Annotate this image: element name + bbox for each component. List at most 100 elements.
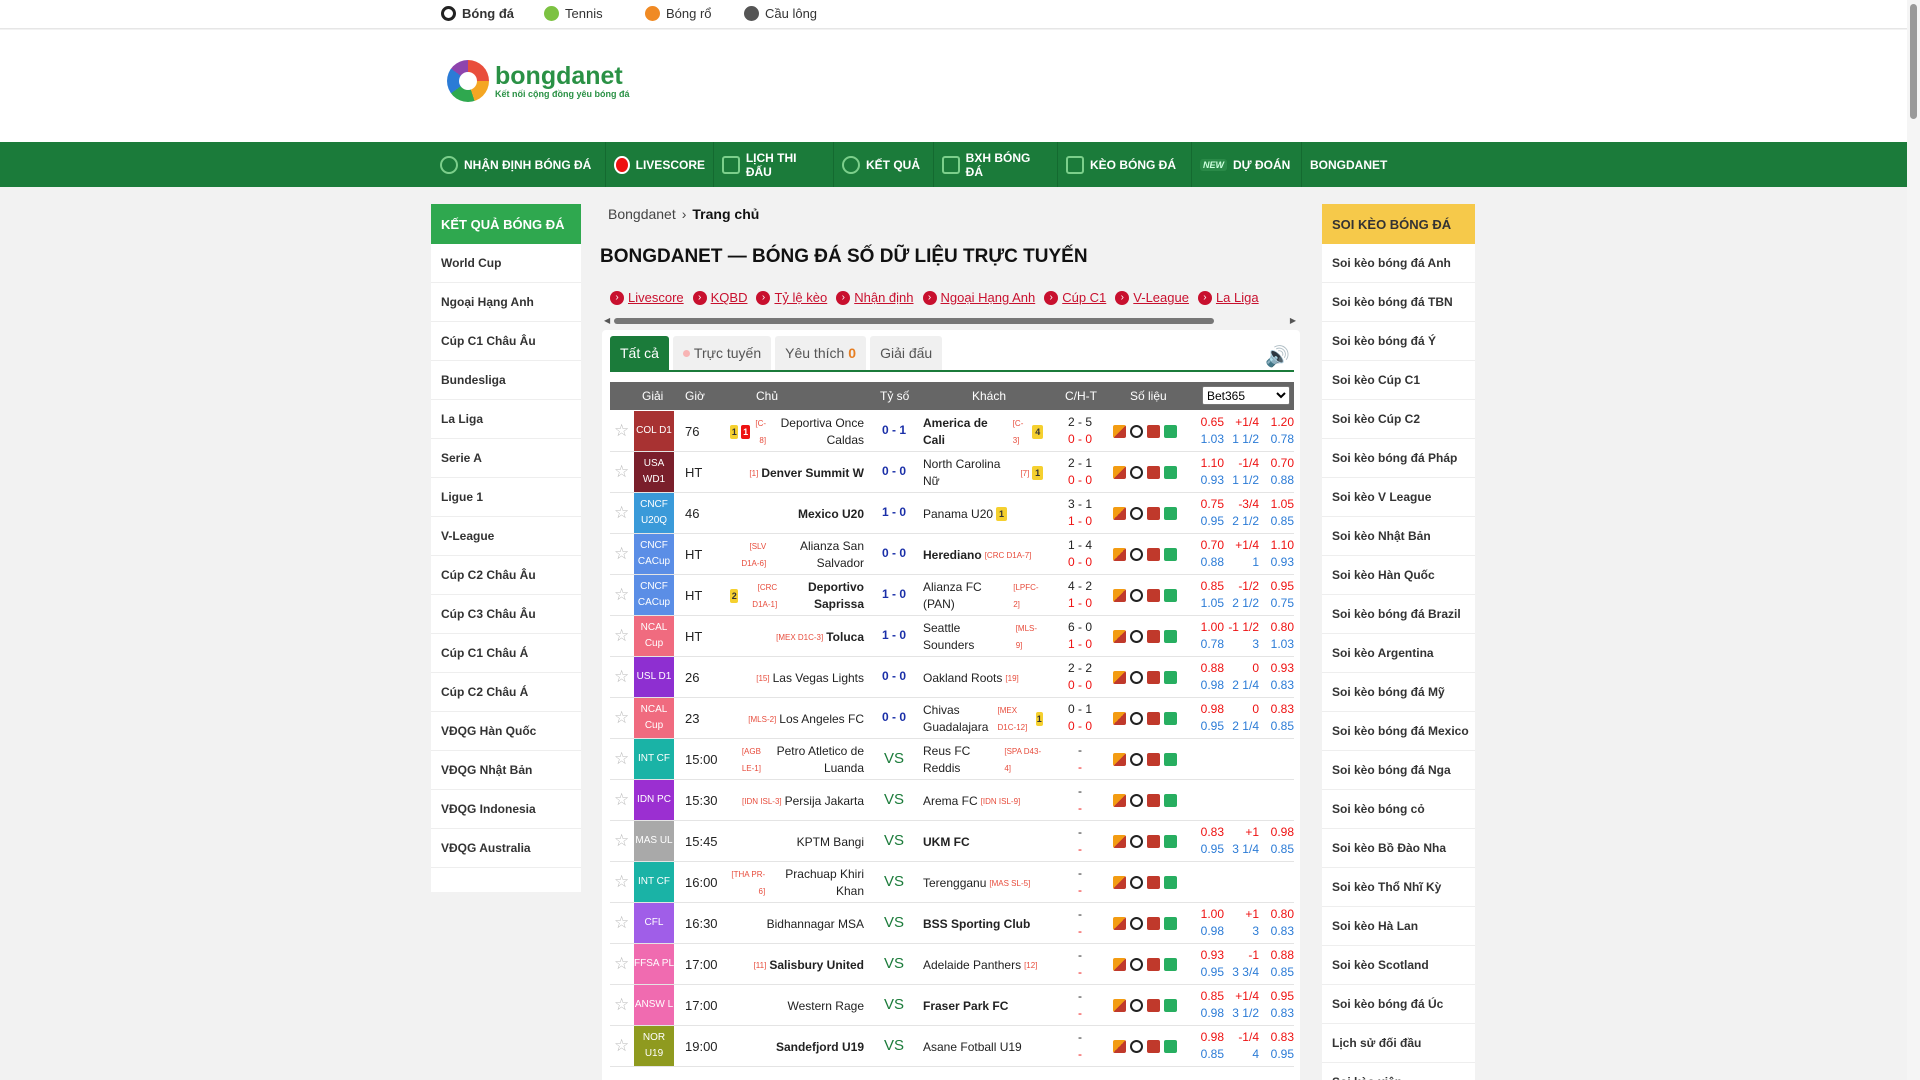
away-team[interactable]: UKM FC: [923, 825, 1043, 859]
lineup-shirt-icon[interactable]: [1147, 671, 1160, 684]
away-team[interactable]: Alianza FC (PAN) [LPFC-2]: [923, 579, 1043, 613]
lineup-shirt-icon[interactable]: [1147, 753, 1160, 766]
tab-favorites[interactable]: Yêu thích 0: [775, 336, 867, 370]
table-row[interactable]: ☆ CNCF CACup HT 2 [CRC D1A-1] Deportivo Sapri…: [610, 575, 1294, 616]
home-team[interactable]: [SLV D1A-6] Alianza San Salvador: [730, 538, 864, 572]
star-icon[interactable]: ☆: [614, 995, 629, 1015]
table-row[interactable]: ☆ CNCF U20Q 46 Mexico U20 1 - 0 Panama U20 1 3 …: [610, 493, 1294, 534]
lineup-shirt-icon[interactable]: [1147, 794, 1160, 807]
corner-flag-icon[interactable]: [1113, 425, 1126, 438]
sidebar-item-2[interactable]: Soi kèo bóng đá Ý: [1322, 322, 1475, 361]
league-badge[interactable]: NOR U19: [634, 1026, 674, 1066]
sidebar-item-10[interactable]: Cúp C1 Châu Á: [431, 634, 581, 673]
nav-livescore[interactable]: LIVESCORE: [606, 142, 714, 187]
lineup-shirt-icon[interactable]: [1147, 507, 1160, 520]
home-team[interactable]: [AGB LE-1] Petro Atletico de Luanda: [730, 743, 864, 777]
bookmaker-select[interactable]: Bet365: [1202, 386, 1290, 405]
sport-tab-tennis[interactable]: Tennis: [544, 6, 603, 21]
lineup-shirt-icon[interactable]: [1147, 999, 1160, 1012]
quick-link[interactable]: › Livescore: [610, 290, 684, 305]
corner-flag-icon[interactable]: [1113, 835, 1126, 848]
h2h-icon[interactable]: [1164, 917, 1177, 930]
sidebar-item-4[interactable]: La Liga: [431, 400, 581, 439]
star-icon[interactable]: ☆: [614, 1036, 629, 1056]
sport-tab-football[interactable]: Bóng đá: [441, 6, 514, 21]
away-team[interactable]: Oakland Roots [19]: [923, 661, 1043, 695]
sidebar-item-3[interactable]: Bundesliga: [431, 361, 581, 400]
star-icon[interactable]: ☆: [614, 913, 629, 933]
sidebar-item-3[interactable]: Soi kèo Cúp C1: [1322, 361, 1475, 400]
quick-link[interactable]: › Cúp C1: [1044, 290, 1106, 305]
home-team[interactable]: [THA PR-6] Prachuap Khiri Khan: [730, 866, 864, 900]
table-row[interactable]: ☆ NCAL Cup HT [MEX D1C-3] Toluca 1 - 0 Seattle…: [610, 616, 1294, 657]
nav-tips[interactable]: NEW DỰ ĐOÁN: [1192, 142, 1302, 187]
ball-icon[interactable]: [1130, 548, 1143, 561]
ball-icon[interactable]: [1130, 876, 1143, 889]
sidebar-item-0[interactable]: World Cup: [431, 244, 581, 283]
sidebar-item-15[interactable]: VĐQG Australia: [431, 829, 581, 868]
lineup-shirt-icon[interactable]: [1147, 589, 1160, 602]
ball-icon[interactable]: [1130, 958, 1143, 971]
league-badge[interactable]: USA WD1: [634, 452, 674, 492]
sidebar-item-6[interactable]: Ligue 1: [431, 478, 581, 517]
h2h-icon[interactable]: [1164, 425, 1177, 438]
nav-odds[interactable]: KÈO BÓNG ĐÁ: [1058, 142, 1192, 187]
league-badge[interactable]: CNCF CACup: [634, 534, 674, 574]
league-badge[interactable]: CNCF CACup: [634, 575, 674, 615]
corner-flag-icon[interactable]: [1113, 548, 1126, 561]
league-badge[interactable]: NCAL Cup: [634, 616, 674, 656]
nav-bongdanet[interactable]: BONGDANET: [1302, 142, 1392, 187]
home-team[interactable]: KPTM Bangi: [730, 825, 864, 859]
ball-icon[interactable]: [1130, 1040, 1143, 1053]
tab-leagues[interactable]: Giải đấu: [870, 336, 943, 370]
breadcrumb-home-link[interactable]: Bongdanet: [608, 206, 676, 222]
page-scrollbar[interactable]: [1907, 0, 1920, 1080]
home-team[interactable]: [MEX D1C-3] Toluca: [730, 620, 864, 654]
scroll-right-icon[interactable]: ▶: [1290, 316, 1296, 325]
corner-flag-icon[interactable]: [1113, 794, 1126, 807]
h2h-icon[interactable]: [1164, 753, 1177, 766]
away-team[interactable]: Terengganu [MAS SL-5]: [923, 866, 1043, 900]
away-team[interactable]: Fraser Park FC: [923, 989, 1043, 1023]
home-team[interactable]: Bidhannagar MSA: [730, 907, 864, 941]
odds[interactable]: 0.85 +1/4 0.95 0.98 3 1/2 0.83: [1190, 988, 1294, 1022]
corner-flag-icon[interactable]: [1113, 671, 1126, 684]
sidebar-item-8[interactable]: Soi kèo Hàn Quốc: [1322, 556, 1475, 595]
sidebar-item-5[interactable]: Serie A: [431, 439, 581, 478]
away-team[interactable]: North Carolina Nữ [7] 1: [923, 456, 1043, 490]
table-row[interactable]: ☆ IDN PC 15:30 [IDN ISL-3] Persija Jakarta VS…: [610, 780, 1294, 821]
odds[interactable]: 0.98 -1/4 0.83 0.85 4 0.95: [1190, 1029, 1294, 1063]
sidebar-item-4[interactable]: Soi kèo Cúp C2: [1322, 400, 1475, 439]
home-team[interactable]: [1] Denver Summit W: [730, 456, 864, 490]
table-row[interactable]: ☆ MAS UL 15:45 KPTM Bangi VS UKM FC - -0.83 +1 0.…: [610, 821, 1294, 862]
away-team[interactable]: Asane Fotball U19: [923, 1030, 1043, 1064]
star-icon[interactable]: ☆: [614, 790, 629, 810]
sidebar-item-10[interactable]: Soi kèo Argentina: [1322, 634, 1475, 673]
ball-icon[interactable]: [1130, 999, 1143, 1012]
sidebar-item-12[interactable]: Soi kèo bóng đá Mexico: [1322, 712, 1475, 751]
star-icon[interactable]: ☆: [614, 462, 629, 482]
star-icon[interactable]: ☆: [614, 503, 629, 523]
sport-tab-basketball[interactable]: Bóng rổ: [645, 6, 712, 21]
tab-all[interactable]: Tất cả: [610, 336, 669, 370]
league-badge[interactable]: NCAL Cup: [634, 698, 674, 738]
sidebar-item-9[interactable]: Soi kèo bóng đá Brazil: [1322, 595, 1475, 634]
sport-tab-badminton[interactable]: Cầu lông: [744, 6, 817, 21]
ball-icon[interactable]: [1130, 835, 1143, 848]
sidebar-item-17[interactable]: Soi kèo Hà Lan: [1322, 907, 1475, 946]
home-team[interactable]: [15] Las Vegas Lights: [730, 661, 864, 695]
tab-live[interactable]: Trực tuyến: [672, 336, 772, 370]
away-team[interactable]: Reus FC Reddis [SPA D43-4]: [923, 743, 1043, 777]
h2h-icon[interactable]: [1164, 630, 1177, 643]
odds[interactable]: 1.00 -1 1/2 0.80 0.78 3 1.03: [1190, 619, 1294, 653]
sidebar-item-16[interactable]: Soi kèo Thổ Nhĩ Kỳ: [1322, 868, 1475, 907]
corner-flag-icon[interactable]: [1113, 876, 1126, 889]
nav-predictions[interactable]: NHẬN ĐỊNH BÓNG ĐÁ: [432, 142, 606, 187]
ball-icon[interactable]: [1130, 425, 1143, 438]
star-icon[interactable]: ☆: [614, 585, 629, 605]
lineup-shirt-icon[interactable]: [1147, 835, 1160, 848]
odds[interactable]: 0.83 +1 0.98 0.95 3 1/4 0.85: [1190, 824, 1294, 858]
lineup-shirt-icon[interactable]: [1147, 958, 1160, 971]
away-team[interactable]: Arema FC [IDN ISL-9]: [923, 784, 1043, 818]
table-row[interactable]: ☆ USA WD1 HT [1] Denver Summit W 0 - 0 North C…: [610, 452, 1294, 493]
